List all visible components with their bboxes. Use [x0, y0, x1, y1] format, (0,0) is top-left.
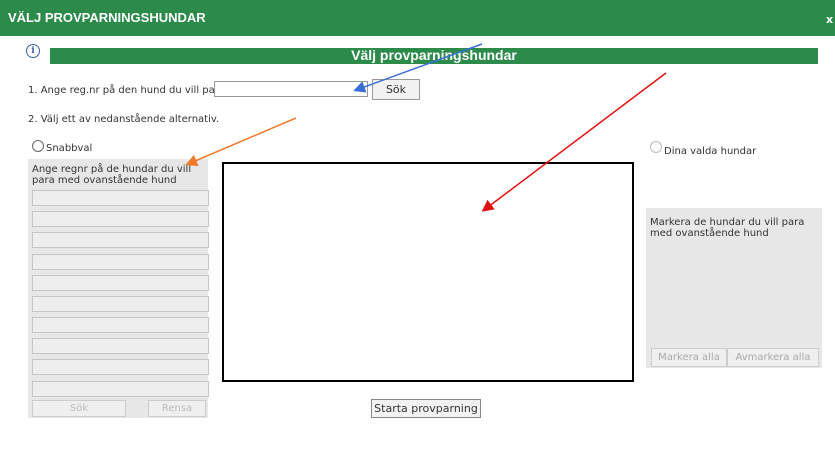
close-icon[interactable]: x: [826, 13, 833, 26]
regnr-field[interactable]: [32, 338, 209, 354]
regnr-field[interactable]: [32, 296, 209, 312]
step1-label: 1. Ange reg.nr på den hund du vill para:: [28, 85, 229, 96]
reg-nr-input[interactable]: [214, 81, 368, 97]
regnr-field[interactable]: [32, 275, 209, 291]
regnr-field[interactable]: [32, 190, 209, 206]
info-icon[interactable]: i: [26, 44, 40, 58]
dog-list-area: [222, 162, 634, 382]
quick-search-button[interactable]: Sök: [32, 400, 126, 417]
selected-dogs-description: Markera de hundar du vill para med ovans…: [650, 217, 805, 239]
search-button[interactable]: Sök: [372, 79, 420, 100]
select-all-button[interactable]: Markera alla: [651, 348, 727, 367]
regnr-field[interactable]: [32, 317, 209, 333]
quick-select-radio[interactable]: [32, 140, 44, 152]
deselect-all-button[interactable]: Avmarkera alla: [727, 348, 819, 367]
regnr-field[interactable]: [32, 254, 209, 270]
step2-label: 2. Välj ett av nedanstående alternativ.: [28, 114, 220, 125]
regnr-field[interactable]: [32, 232, 209, 248]
selected-dogs-radio[interactable]: [650, 141, 662, 153]
quick-select-description: Ange regnr på de hundar du vill para med…: [32, 164, 192, 186]
dialog-title: VÄLJ PROVPARNINGSHUNDAR: [8, 10, 206, 25]
regnr-field[interactable]: [32, 359, 209, 375]
regnr-field[interactable]: [32, 381, 209, 397]
selected-dogs-label: Dina valda hundar: [664, 146, 757, 157]
page-heading: Välj provparningshundar: [351, 47, 517, 63]
regnr-field[interactable]: [32, 211, 209, 227]
start-test-mating-button[interactable]: Starta provparning: [371, 399, 481, 418]
clear-button[interactable]: Rensa: [148, 400, 206, 417]
quick-select-label: Snabbval: [46, 143, 93, 154]
